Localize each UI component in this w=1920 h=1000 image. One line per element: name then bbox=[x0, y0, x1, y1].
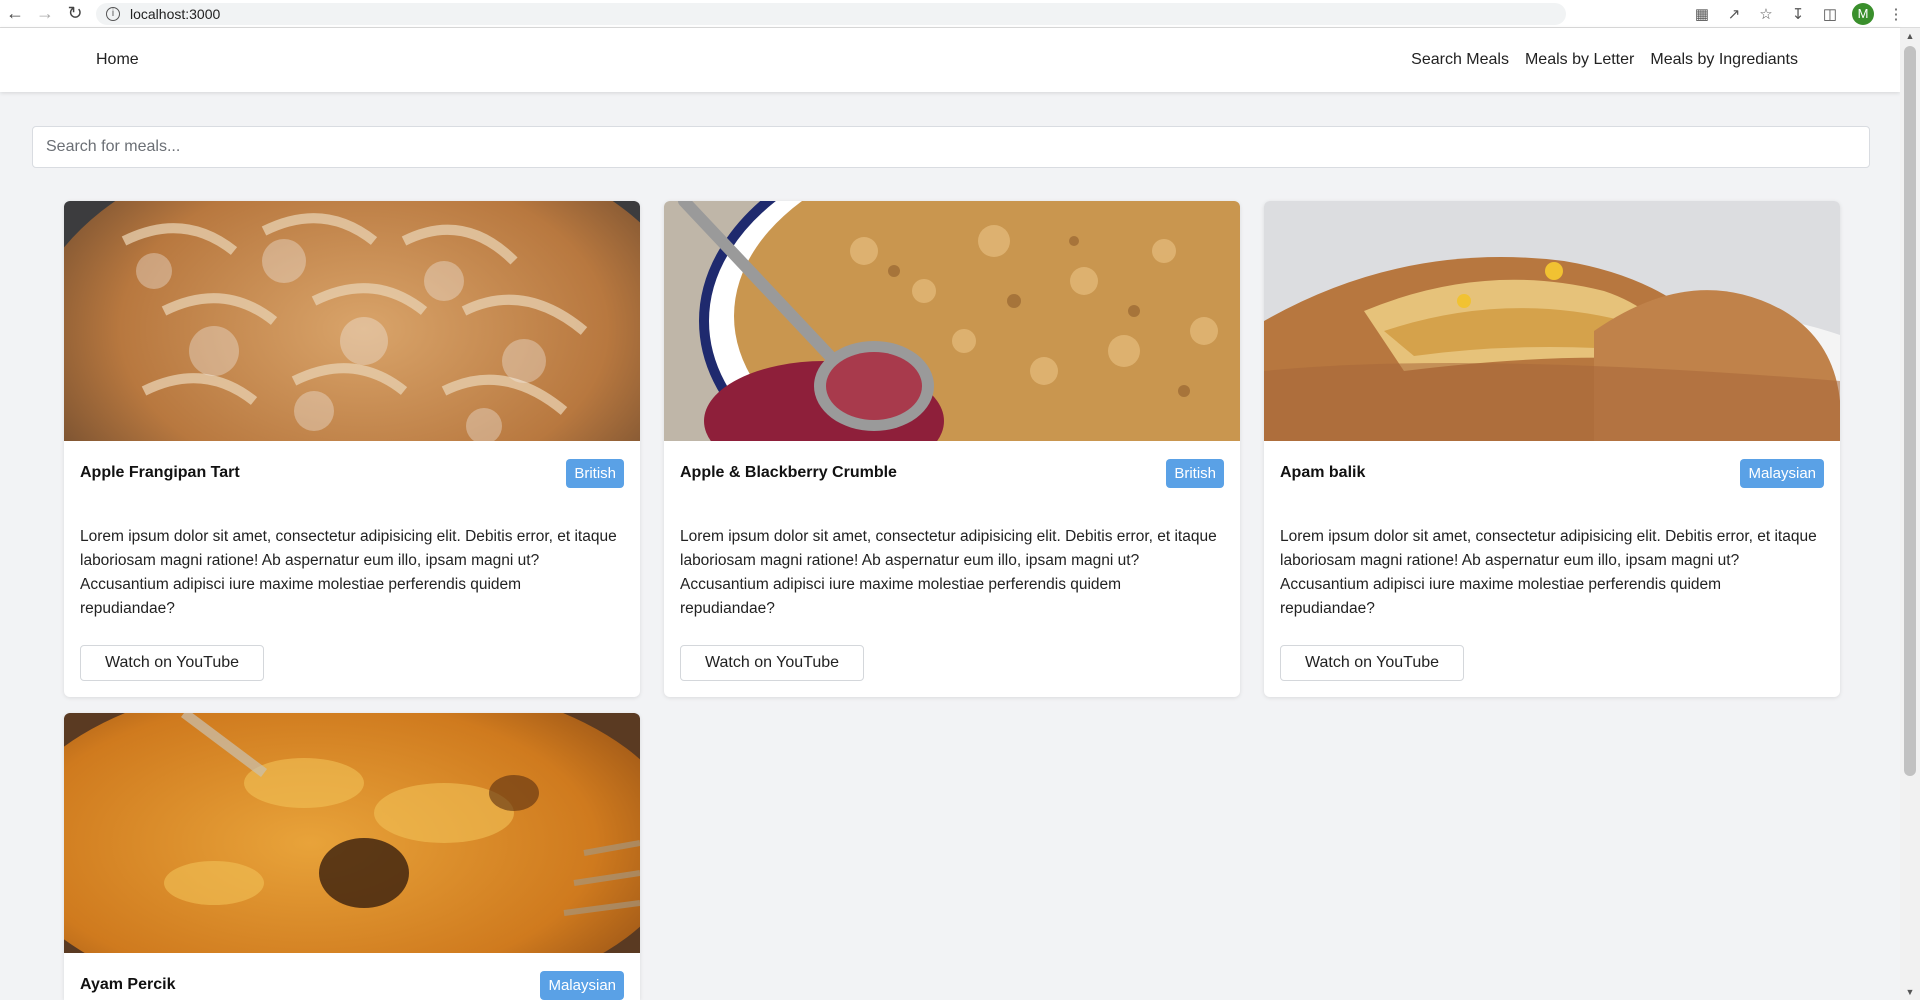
meal-image bbox=[1264, 201, 1840, 441]
main-nav: Search Meals Meals by Letter Meals by In… bbox=[1411, 51, 1798, 69]
meal-title: Apple & Blackberry Crumble bbox=[680, 464, 897, 481]
side-panel-icon[interactable]: ◫ bbox=[1820, 4, 1840, 24]
meal-title: Apam balik bbox=[1280, 464, 1366, 481]
meal-area-badge: Malaysian bbox=[540, 970, 624, 1000]
translate-icon[interactable]: ▦ bbox=[1692, 4, 1712, 24]
meal-description: Lorem ipsum dolor sit amet, consectetur … bbox=[80, 528, 617, 617]
meal-area-badge: British bbox=[566, 458, 624, 488]
page-scrollbar[interactable]: ▲ ▼ bbox=[1900, 28, 1920, 1000]
forward-arrow-icon[interactable]: → bbox=[30, 0, 60, 28]
more-menu-icon[interactable]: ⋮ bbox=[1886, 4, 1906, 24]
reload-icon[interactable]: ↻ bbox=[60, 0, 90, 28]
meal-search-input[interactable] bbox=[32, 126, 1870, 168]
scroll-up-arrow-icon[interactable]: ▲ bbox=[1900, 28, 1920, 44]
download-icon[interactable]: ↧ bbox=[1788, 4, 1808, 24]
meal-card: Apple & Blackberry Crumble British Lorem… bbox=[664, 201, 1240, 697]
meal-area-badge: British bbox=[1166, 458, 1224, 488]
meal-title: Apple Frangipan Tart bbox=[80, 464, 240, 481]
watch-youtube-button[interactable]: Watch on YouTube bbox=[1280, 645, 1465, 681]
meal-image bbox=[664, 201, 1240, 441]
nav-meals-by-letter-link[interactable]: Meals by Letter bbox=[1525, 51, 1634, 69]
meal-description: Lorem ipsum dolor sit amet, consectetur … bbox=[1280, 528, 1817, 617]
meal-image bbox=[64, 201, 640, 441]
scrollbar-thumb[interactable] bbox=[1904, 46, 1916, 776]
bookmark-star-icon[interactable]: ☆ bbox=[1756, 4, 1776, 24]
scroll-down-arrow-icon[interactable]: ▼ bbox=[1900, 984, 1920, 1000]
url-text: localhost:3000 bbox=[130, 5, 221, 22]
profile-avatar[interactable]: M bbox=[1852, 2, 1874, 25]
nav-home-link[interactable]: Home bbox=[96, 51, 139, 69]
app-header: Home Search Meals Meals by Letter Meals … bbox=[0, 28, 1900, 92]
watch-youtube-button[interactable]: Watch on YouTube bbox=[80, 645, 265, 681]
share-icon[interactable]: ↗ bbox=[1724, 4, 1744, 24]
back-arrow-icon[interactable]: ← bbox=[0, 0, 30, 28]
meal-image bbox=[64, 713, 640, 953]
meal-description: Lorem ipsum dolor sit amet, consectetur … bbox=[680, 528, 1217, 617]
meal-card: Apam balik Malaysian Lorem ipsum dolor s… bbox=[1264, 201, 1840, 697]
meal-area-badge: Malaysian bbox=[1740, 458, 1824, 488]
site-info-icon[interactable]: i bbox=[106, 6, 120, 21]
watch-youtube-button[interactable]: Watch on YouTube bbox=[680, 645, 865, 681]
meal-title: Ayam Percik bbox=[80, 976, 176, 993]
address-bar[interactable]: i localhost:3000 bbox=[96, 2, 1566, 25]
nav-meals-by-ingredients-link[interactable]: Meals by Ingrediants bbox=[1650, 51, 1798, 69]
meal-card: Ayam Percik Malaysian bbox=[64, 713, 640, 1000]
browser-toolbar: ← → ↻ i localhost:3000 ▦ ↗ ☆ ↧ ◫ M ⋮ bbox=[0, 0, 1920, 28]
meal-card: Apple Frangipan Tart British Lorem ipsum… bbox=[64, 201, 640, 697]
nav-search-meals-link[interactable]: Search Meals bbox=[1411, 51, 1509, 69]
